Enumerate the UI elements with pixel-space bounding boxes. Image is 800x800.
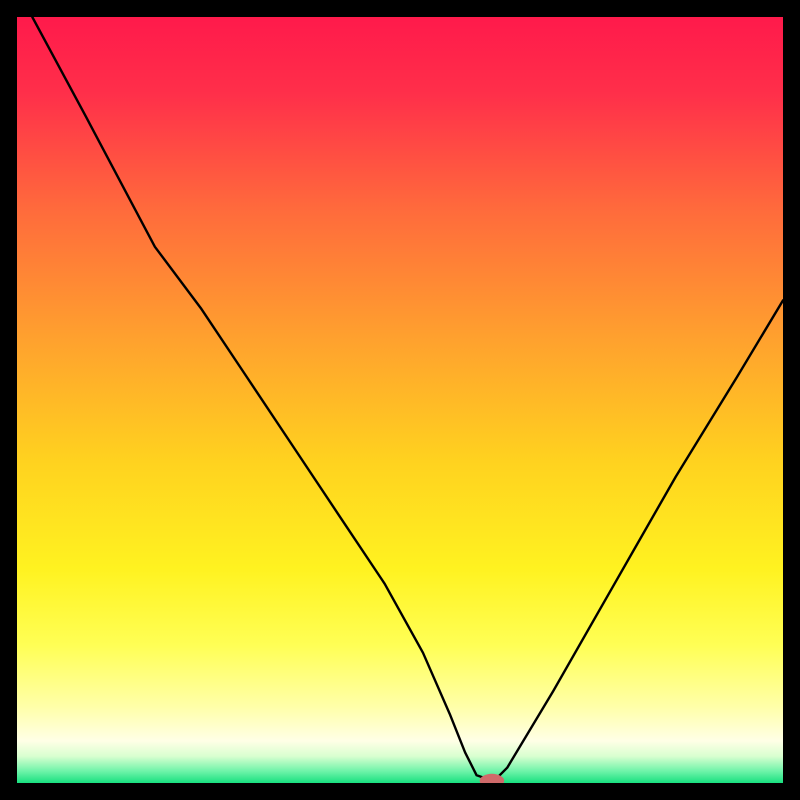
chart-frame: TheBottleneck.com xyxy=(17,17,783,783)
gradient-background xyxy=(17,17,783,783)
bottleneck-chart xyxy=(17,17,783,783)
